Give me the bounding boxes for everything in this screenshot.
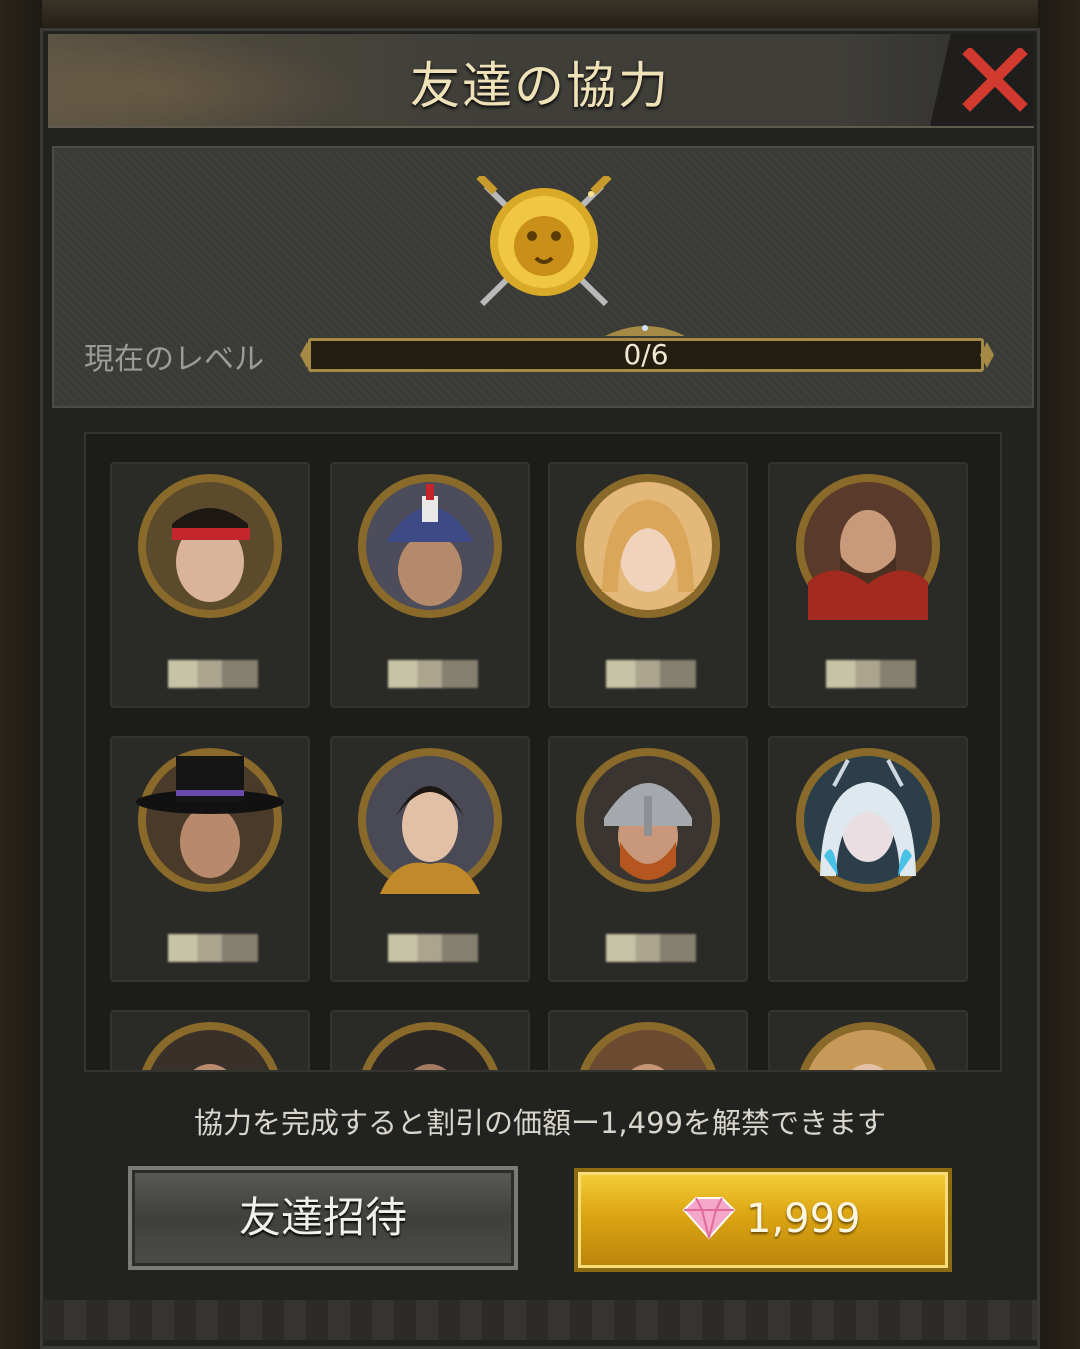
- friend-card-10[interactable]: [330, 1010, 530, 1070]
- portrait-avatar: [138, 474, 282, 618]
- close-icon[interactable]: [962, 46, 1028, 114]
- friend-card-4[interactable]: [768, 462, 968, 708]
- portrait-avatar: [796, 748, 940, 892]
- dialog-title: 友達の協力: [410, 57, 670, 115]
- portrait-avatar: [580, 1022, 716, 1070]
- portrait-avatar: [142, 1022, 278, 1070]
- invite-friends-button[interactable]: 友達招待: [128, 1166, 518, 1270]
- discount-info-text: 協力を完成すると割引の価額ー1,499を解禁できます: [193, 1106, 887, 1140]
- invite-button-label: 友達招待: [238, 1193, 407, 1242]
- friend-card-5[interactable]: [110, 736, 310, 982]
- portrait-avatar: [576, 748, 720, 892]
- portrait-avatar: [362, 1022, 498, 1070]
- friend-name-hidden: [606, 660, 696, 688]
- portrait-avatar: [576, 474, 720, 618]
- background-top: [0, 0, 1080, 30]
- friend-name-hidden: [388, 660, 478, 688]
- background-right: [1038, 0, 1080, 1349]
- friend-card-9[interactable]: [110, 1010, 310, 1070]
- current-level-label: 現在のレベル: [84, 342, 264, 377]
- price-label: 1,999: [746, 1196, 861, 1242]
- friend-name-hidden: [168, 660, 258, 688]
- header-artwork: [48, 34, 368, 126]
- friend-name-hidden: [826, 660, 916, 688]
- friend-card-12[interactable]: [768, 1010, 968, 1070]
- friends-grid[interactable]: [84, 432, 1002, 1072]
- friend-card-3[interactable]: [548, 462, 748, 708]
- friend-name-hidden: [168, 934, 258, 962]
- lion-emblem-icon: [466, 173, 622, 316]
- progress-crest-icon: [605, 325, 685, 336]
- friend-card-8[interactable]: [768, 736, 968, 982]
- friend-card-1[interactable]: [110, 462, 310, 708]
- friend-card-7[interactable]: [548, 736, 748, 982]
- pink-diamond-icon: [682, 1196, 736, 1240]
- friend-name-hidden: [388, 934, 478, 962]
- friend-card-6[interactable]: [330, 736, 530, 982]
- level-progress-bar: 0/6: [300, 325, 994, 380]
- background-left: [0, 0, 42, 1349]
- portrait-avatar: [796, 474, 940, 620]
- friend-card-2[interactable]: [330, 462, 530, 708]
- portrait-avatar: [136, 748, 284, 892]
- friend-name-hidden: [606, 934, 696, 962]
- portrait-avatar: [358, 748, 502, 894]
- portrait-avatar: [358, 474, 502, 618]
- progress-text: 0/6: [623, 338, 669, 371]
- decorative-bottom-border: [42, 1300, 1038, 1340]
- portrait-avatar: [800, 1022, 936, 1070]
- friend-card-11[interactable]: [548, 1010, 748, 1070]
